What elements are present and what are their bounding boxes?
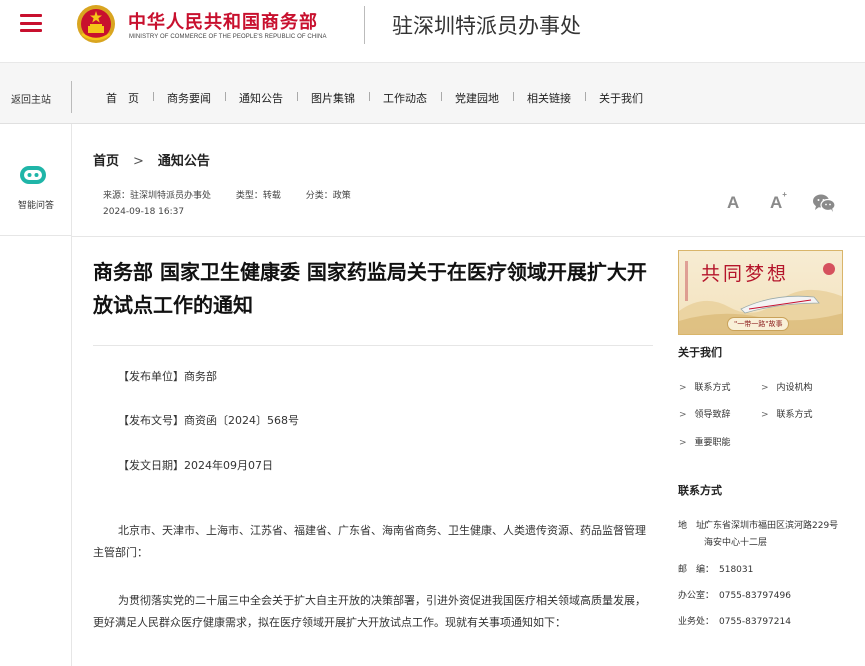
zip-value: 518031 xyxy=(719,565,754,575)
office-phone-row: 办公室： 0755-83797496 xyxy=(678,588,791,605)
nav-item-party-building[interactable]: 党建园地 xyxy=(441,90,513,106)
ministry-name-cn[interactable]: 中华人民共和国商务部 xyxy=(128,8,318,34)
issue-date-line: 【发文日期】2024年09月07日 xyxy=(118,459,273,472)
nav-item-work-updates[interactable]: 工作动态 xyxy=(369,90,441,106)
office-name[interactable]: 驻深圳特派员办事处 xyxy=(392,10,581,40)
address-value: 广东省深圳市福田区滨河路229号 海安中心十二层 xyxy=(704,521,848,548)
article-paragraph: 北京市、天津市、上海市、江苏省、福建省、广东省、海南省商务、卫生健康、人类遗传资… xyxy=(93,524,646,559)
meta-source: 来源：驻深圳特派员办事处 xyxy=(103,191,212,201)
contact-heading: 联系方式 xyxy=(678,484,722,497)
main-nav: 返回主站 首 页 商务要闻 通知公告 图片集锦 工作动态 党建园地 相关链接 关… xyxy=(0,62,865,124)
business-phone-value: 0755-83797214 xyxy=(719,617,791,627)
chevron-right-icon: > xyxy=(761,410,769,420)
site-header: 中华人民共和国商务部 MINISTRY OF COMMERCE OF THE P… xyxy=(0,0,865,62)
common-dream-banner[interactable]: 共同梦想 "一带一路"故事 xyxy=(678,250,843,335)
article-meta: 来源：驻深圳特派员办事处 类型：转载 分类：政策 xyxy=(103,188,373,201)
article-paragraph: 为贯彻落实党的二十届三中全会关于扩大自主开放的决策部署，引进外资促进我国医疗相关… xyxy=(93,594,646,629)
smart-qa-label: 智能问答 xyxy=(17,201,54,211)
wechat-share-icon[interactable] xyxy=(812,193,836,213)
sidebar-link-label: 领导致辞 xyxy=(694,410,731,420)
meta-datetime: 2024-09-18 16:37 xyxy=(103,207,185,217)
sidebar-link-functions[interactable]: > 重要职能 xyxy=(679,435,731,448)
sidebar-link-label: 联系方式 xyxy=(694,383,731,393)
breadcrumb-home[interactable]: 首页 xyxy=(93,154,119,169)
office-phone-value: 0755-83797496 xyxy=(719,591,791,601)
nav-item-news[interactable]: 商务要闻 xyxy=(153,90,225,106)
article-title: 商务部 国家卫生健康委 国家药监局关于在医疗领域开展扩大开放试点工作的通知 xyxy=(93,260,647,317)
chevron-right-icon: > xyxy=(761,383,769,393)
hamburger-menu-icon[interactable] xyxy=(20,14,42,32)
nav-divider xyxy=(71,81,72,113)
back-to-main-site-link[interactable]: 返回主站 xyxy=(11,91,51,106)
nav-item-about-us[interactable]: 关于我们 xyxy=(585,90,657,106)
nav-items: 首 页 商务要闻 通知公告 图片集锦 工作动态 党建园地 相关链接 关于我们 xyxy=(92,90,657,106)
font-size-default-button[interactable]: A xyxy=(727,193,739,213)
nav-item-gallery[interactable]: 图片集锦 xyxy=(297,90,369,106)
meta-category: 分类：政策 xyxy=(305,191,351,201)
chevron-right-icon: > xyxy=(679,410,687,420)
meta-type: 类型：转载 xyxy=(235,191,281,201)
nav-item-home[interactable]: 首 页 xyxy=(92,90,153,106)
sidebar-link-contact-2[interactable]: > 联系方式 xyxy=(761,407,813,420)
ministry-name-en: MINISTRY OF COMMERCE OF THE PEOPLE'S REP… xyxy=(129,34,327,40)
chevron-right-icon: > xyxy=(679,438,687,448)
sidebar-link-label: 联系方式 xyxy=(776,410,813,420)
sidebar-link-label: 重要职能 xyxy=(694,438,731,448)
issuer-line: 【发布单位】商务部 xyxy=(118,370,217,383)
left-rail: 智能问答 xyxy=(0,124,72,666)
chatbot-icon xyxy=(20,166,46,184)
business-phone-row: 业务处： 0755-83797214 xyxy=(678,614,791,631)
chevron-right-icon: > xyxy=(679,383,687,393)
header-divider xyxy=(364,6,365,44)
font-large-sup: + xyxy=(782,190,787,200)
breadcrumb-current[interactable]: 通知公告 xyxy=(158,154,210,169)
banner-subtitle: "一带一路"故事 xyxy=(727,317,790,331)
title-divider xyxy=(93,345,653,346)
font-size-increase-button[interactable]: A+ xyxy=(770,190,787,213)
smart-qa-button[interactable]: 智能问答 xyxy=(0,124,72,236)
zip-label: 邮 编： xyxy=(678,565,715,575)
sidebar-link-departments[interactable]: > 内设机构 xyxy=(761,380,813,393)
font-large-label: A xyxy=(770,193,783,212)
nav-item-related-links[interactable]: 相关链接 xyxy=(513,90,585,106)
sidebar-link-leader-message[interactable]: > 领导致辞 xyxy=(679,407,731,420)
nav-item-notices[interactable]: 通知公告 xyxy=(225,90,297,106)
breadcrumb-separator: > xyxy=(133,154,144,169)
office-phone-label: 办公室： xyxy=(678,591,715,601)
about-us-heading: 关于我们 xyxy=(678,346,722,359)
zip-row: 邮 编： 518031 xyxy=(678,562,753,579)
doc-number-line: 【发布文号】商资函〔2024〕568号 xyxy=(118,414,299,427)
business-phone-label: 业务处： xyxy=(678,617,715,627)
sidebar-link-label: 内设机构 xyxy=(776,383,813,393)
content-divider xyxy=(72,236,865,237)
breadcrumb: 首页 > 通知公告 xyxy=(93,150,210,169)
national-emblem-icon[interactable] xyxy=(76,4,116,44)
sidebar-link-contact[interactable]: > 联系方式 xyxy=(679,380,731,393)
banner-title: 共同梦想 xyxy=(701,263,790,285)
